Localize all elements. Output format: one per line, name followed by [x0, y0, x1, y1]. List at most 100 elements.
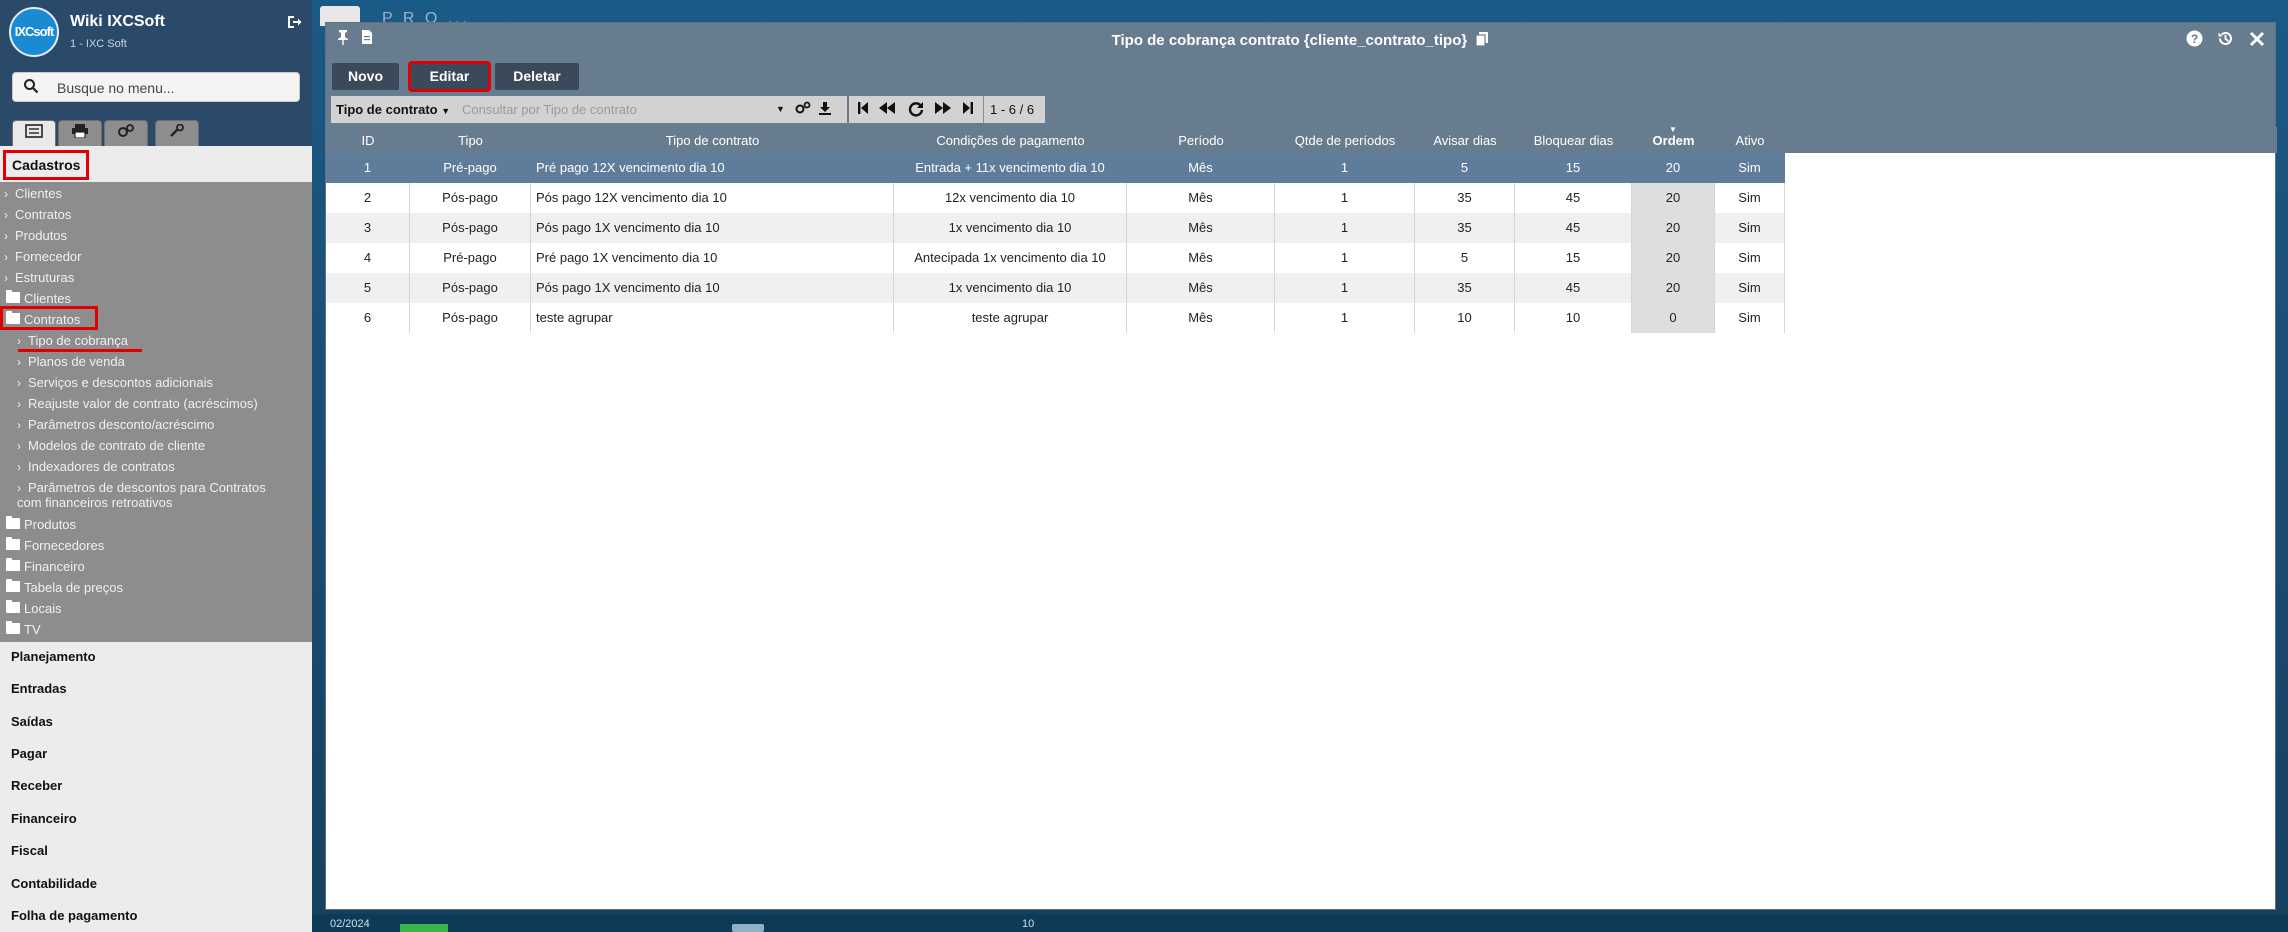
- close-icon[interactable]: [2249, 31, 2265, 51]
- menu-item-estruturas[interactable]: › Estruturas: [4, 270, 74, 285]
- menu-item-clientes[interactable]: › Clientes: [4, 186, 62, 201]
- menu-item-servicos-descontos[interactable]: › Serviços e descontos adicionais: [17, 375, 213, 390]
- cell-tipo: Pré-pago: [410, 153, 531, 183]
- desktop-bottom-strip: 02/2024 10: [312, 914, 2288, 932]
- cell-condicoes-pagamento: teste agrupar: [894, 303, 1127, 333]
- cell-avisar-dias: 10: [1415, 303, 1515, 333]
- next-page-icon[interactable]: [934, 101, 952, 118]
- menu-item-parametros-descontos-contratos-line2[interactable]: com financeiros retroativos: [17, 495, 172, 510]
- menu-item-fornecedor[interactable]: › Fornecedor: [4, 249, 81, 264]
- tab-print[interactable]: [58, 120, 102, 146]
- tab-menu-list[interactable]: [12, 120, 56, 146]
- menu-item-produtos[interactable]: › Produtos: [4, 228, 67, 243]
- menu-item-modelos-contrato[interactable]: › Modelos de contrato de cliente: [17, 438, 205, 453]
- folder-locais[interactable]: Locais: [2, 600, 62, 616]
- th-ativo[interactable]: Ativo: [1715, 133, 1785, 148]
- caret-down-icon[interactable]: ▼: [776, 104, 785, 114]
- th-periodo[interactable]: Período: [1127, 133, 1275, 148]
- download-icon[interactable]: [818, 101, 832, 118]
- last-page-icon[interactable]: [962, 101, 974, 118]
- cell-id: 3: [326, 213, 410, 243]
- folder-clientes[interactable]: Clientes: [2, 290, 71, 306]
- delete-button[interactable]: Deletar: [495, 63, 579, 90]
- section-folha-de-pagamento[interactable]: Folha de pagamento: [11, 908, 137, 923]
- section-saidas[interactable]: Saídas: [11, 714, 53, 729]
- refresh-icon[interactable]: [908, 101, 924, 120]
- folder-financeiro[interactable]: Financeiro: [2, 558, 85, 574]
- folder-produtos[interactable]: Produtos: [2, 516, 76, 532]
- filter-search-input[interactable]: Consultar por Tipo de contrato: [462, 102, 637, 117]
- section-financeiro[interactable]: Financeiro: [11, 811, 77, 826]
- section-planejamento[interactable]: Planejamento: [11, 649, 96, 664]
- filter-field-select[interactable]: Tipo de contrato ▼: [336, 102, 450, 117]
- folder-tv[interactable]: TV: [2, 621, 41, 637]
- cell-bloquear-dias: 15: [1515, 153, 1632, 183]
- advanced-filter-gears-icon[interactable]: [795, 101, 811, 118]
- folder-icon: [2, 600, 24, 613]
- copy-icon[interactable]: [1475, 32, 1489, 51]
- folder-tabela-de-precos[interactable]: Tabela de preços: [2, 579, 123, 595]
- section-fiscal[interactable]: Fiscal: [11, 843, 48, 858]
- cell-bloquear-dias: 45: [1515, 273, 1632, 303]
- cell-periodo: Mês: [1127, 183, 1275, 213]
- chevron-right-icon: ›: [17, 376, 21, 390]
- section-cadastros[interactable]: Cadastros: [0, 146, 312, 182]
- table-row[interactable]: 4 Pré-pago Pré pago 1X vencimento dia 10 An…: [326, 243, 2277, 273]
- cell-qtde-periodos: 1: [1275, 153, 1415, 183]
- desktop-bottom-chip: [732, 924, 764, 932]
- cell-avisar-dias: 5: [1415, 243, 1515, 273]
- cell-ordem: 0: [1632, 303, 1715, 333]
- edit-button[interactable]: Editar: [408, 61, 491, 92]
- app-subtitle: 1 - IXC Soft: [70, 38, 127, 50]
- table-row[interactable]: 1 Pré-pago Pré pago 12X vencimento dia 10 E…: [326, 153, 2277, 183]
- previous-page-icon[interactable]: [878, 101, 896, 118]
- table-row[interactable]: 5 Pós-pago Pós pago 1X vencimento dia 10 1x…: [326, 273, 2277, 303]
- table-body: 1 Pré-pago Pré pago 12X vencimento dia 10 E…: [326, 153, 2277, 333]
- menu-item-parametros-desconto[interactable]: › Parâmetros desconto/acréscimo: [17, 417, 214, 432]
- chevron-right-icon: ›: [4, 250, 8, 264]
- cell-id: 2: [326, 183, 410, 213]
- help-icon[interactable]: ?: [2186, 30, 2208, 51]
- cell-ativo: Sim: [1715, 273, 1785, 303]
- sidebar-header: IXCsoft Wiki IXCSoft 1 - IXC Soft: [0, 0, 312, 58]
- cell-tipo: Pós-pago: [410, 183, 531, 213]
- th-bloquear-dias[interactable]: Bloquear dias: [1515, 133, 1632, 148]
- history-icon[interactable]: [2217, 32, 2239, 51]
- tab-tools[interactable]: [155, 120, 199, 146]
- section-contabilidade[interactable]: Contabilidade: [11, 876, 97, 891]
- menu-search-input[interactable]: Busque no menu...: [12, 72, 300, 102]
- first-page-icon[interactable]: [857, 101, 869, 118]
- window-title: Tipo de cobrança contrato {cliente_contr…: [326, 32, 2275, 51]
- menu-item-reajuste-valor[interactable]: › Reajuste valor de contrato (acréscimos): [17, 396, 258, 411]
- menu-item-parametros-descontos-contratos[interactable]: › Parâmetros de descontos para Contratos: [17, 480, 266, 495]
- th-id[interactable]: ID: [326, 133, 410, 148]
- cell-periodo: Mês: [1127, 153, 1275, 183]
- th-avisar-dias[interactable]: Avisar dias: [1415, 133, 1515, 148]
- menu-search-placeholder: Busque no menu...: [57, 80, 175, 96]
- section-receber[interactable]: Receber: [11, 778, 62, 793]
- th-tipo-de-contrato[interactable]: Tipo de contrato: [531, 133, 894, 148]
- chevron-right-icon: ›: [17, 460, 21, 474]
- table-row[interactable]: 3 Pós-pago Pós pago 1X vencimento dia 10 1x…: [326, 213, 2277, 243]
- section-pagar[interactable]: Pagar: [11, 746, 47, 761]
- tab-settings[interactable]: [104, 120, 148, 146]
- logout-icon[interactable]: [286, 14, 304, 32]
- folder-icon: [2, 558, 24, 571]
- menu-item-indexadores[interactable]: › Indexadores de contratos: [17, 459, 175, 474]
- menu-item-contratos[interactable]: › Contratos: [4, 207, 71, 222]
- cell-bloquear-dias: 15: [1515, 243, 1632, 273]
- cell-tipo-de-contrato: Pós pago 1X vencimento dia 10: [531, 273, 894, 303]
- new-button[interactable]: Novo: [332, 63, 399, 90]
- section-entradas[interactable]: Entradas: [11, 681, 67, 696]
- th-tipo[interactable]: Tipo: [410, 133, 531, 148]
- th-ordem[interactable]: ▼ Ordem: [1632, 125, 1715, 148]
- menu-item-planos-de-venda[interactable]: › Planos de venda: [17, 354, 125, 369]
- cell-id: 4: [326, 243, 410, 273]
- menu-item-tipo-de-cobranca[interactable]: › Tipo de cobrança: [17, 333, 128, 348]
- folder-fornecedores[interactable]: Fornecedores: [2, 537, 104, 553]
- table-row[interactable]: 6 Pós-pago teste agrupar teste agrupar Mês 1 1…: [326, 303, 2277, 333]
- table-row[interactable]: 2 Pós-pago Pós pago 12X vencimento dia 10 1…: [326, 183, 2277, 213]
- th-qtde-de-periodos[interactable]: Qtde de períodos: [1275, 133, 1415, 148]
- th-condicoes-de-pagamento[interactable]: Condições de pagamento: [894, 133, 1127, 148]
- chevron-right-icon: ›: [17, 439, 21, 453]
